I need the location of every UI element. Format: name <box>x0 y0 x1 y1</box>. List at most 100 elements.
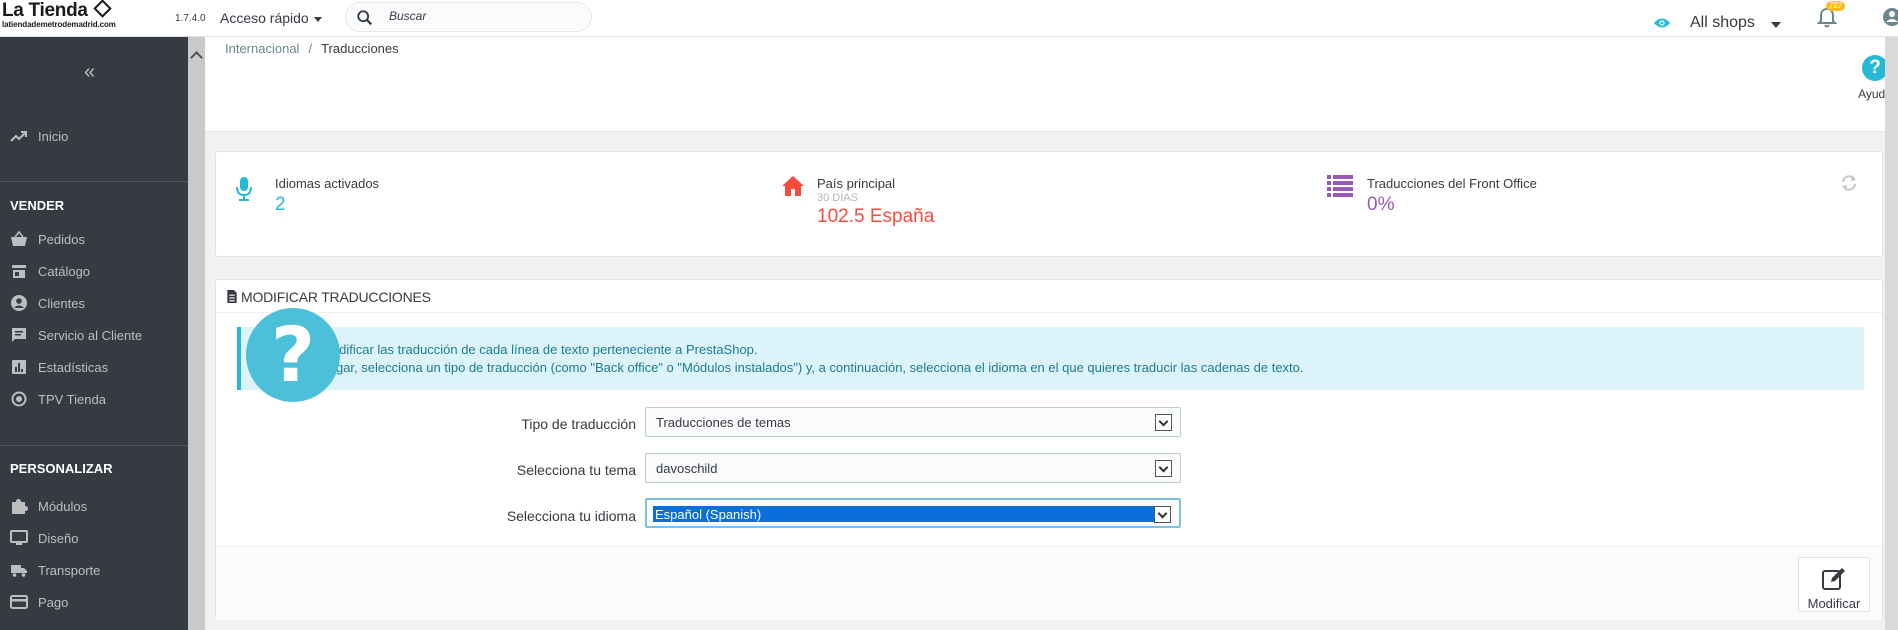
sidebar-item-inicio[interactable]: Inicio <box>0 122 188 150</box>
account-circle-icon <box>11 295 27 311</box>
sidebar-item-label: Pedidos <box>38 231 85 247</box>
chevron-down-icon[interactable] <box>1155 414 1172 431</box>
kpi-value: 102.5 España <box>817 206 935 227</box>
sidebar-item-transporte[interactable]: Transporte <box>0 556 188 584</box>
sidebar-item-label: Servicio al Cliente <box>38 327 143 343</box>
sidebar-item-tpv-tienda[interactable]: TPV Tienda <box>0 385 188 413</box>
notification-badge: 727 <box>1826 1 1846 11</box>
microphone-icon <box>236 177 252 201</box>
sidebar-item-pedidos[interactable]: Pedidos <box>0 225 188 253</box>
kpi-subtitle: 30 DÍAS <box>817 192 858 204</box>
user-avatar-icon[interactable] <box>1880 6 1898 28</box>
top-bar: La Tienda latiendademetrodemadrid.com 1.… <box>0 0 1898 37</box>
language-select[interactable]: Español (Spanish) <box>645 498 1181 528</box>
sidebar-item-label: Pago <box>38 594 69 610</box>
chevron-down-icon[interactable] <box>1154 506 1171 523</box>
sidebar-item-label: Clientes <box>38 295 85 311</box>
quick-access-dropdown[interactable]: Acceso rápido <box>220 10 322 26</box>
sidebar-item-estadisticas[interactable]: Estadísticas <box>0 353 188 381</box>
shopping-basket-icon <box>11 230 27 246</box>
kpi-title: Traducciones del Front Office <box>1367 176 1537 191</box>
sidebar: « Inicio VENDER Pedidos Catálogo Cliente… <box>0 37 188 630</box>
sidebar-item-label: Módulos <box>38 498 88 514</box>
sidebar-item-label: Diseño <box>38 530 79 546</box>
info-alert: uedes modificar las traducción de cada l… <box>237 327 1864 390</box>
sidebar-item-catalogo[interactable]: Catálogo <box>0 257 188 285</box>
chat-icon <box>12 328 26 342</box>
modify-button[interactable]: Modificar <box>1798 557 1870 612</box>
breadcrumb: Internacional / Traducciones <box>225 41 399 56</box>
modify-button-label: Modificar <box>1807 596 1861 611</box>
eye-icon <box>1653 18 1671 28</box>
list-icon <box>1327 175 1353 197</box>
search-box[interactable] <box>345 2 592 32</box>
page-header: Internacional / Traducciones ? Ayuda <box>205 37 1892 132</box>
panel-footer <box>216 546 1882 620</box>
sidebar-item-label: Inicio <box>38 128 69 144</box>
file-text-icon <box>227 290 237 303</box>
bar-chart-icon <box>12 360 26 374</box>
kpi-title: Idiomas activados <box>275 176 380 191</box>
kpi-value: 2 <box>275 194 286 215</box>
kpi-panel: Idiomas activados 2 País principal 30 DÍ… <box>215 151 1883 257</box>
version-label: 1.7.4.0 <box>175 13 206 24</box>
language-label: Selecciona tu idioma <box>506 508 636 524</box>
theme-value: davoschild <box>656 461 718 476</box>
puzzle-icon <box>12 499 28 514</box>
breadcrumb-parent-link[interactable]: Internacional <box>225 41 299 56</box>
radio-button-icon <box>11 391 27 407</box>
quick-access-label: Acceso rápido <box>220 10 309 26</box>
sidebar-item-label: Catálogo <box>38 263 91 279</box>
sidebar-item-modulos[interactable]: Módulos <box>0 492 188 520</box>
caret-down-icon <box>313 16 322 22</box>
breadcrumb-current: Traducciones <box>321 41 399 56</box>
sidebar-item-label: Transporte <box>38 562 101 578</box>
divider <box>0 445 188 446</box>
truck-icon <box>11 565 27 577</box>
modify-translations-panel: MODIFICAR TRADUCCIONES uedes modificar l… <box>215 279 1883 620</box>
theme-select[interactable]: davoschild <box>645 453 1181 483</box>
sidebar-item-pago[interactable]: Pago <box>0 588 188 616</box>
chevron-down-icon[interactable] <box>1155 460 1172 477</box>
panel-title: MODIFICAR TRADUCCIONES <box>241 289 431 305</box>
sidebar-item-label: TPV Tienda <box>38 391 106 407</box>
shop-selector-label: All shops <box>1690 14 1755 31</box>
collapse-sidebar-icon[interactable]: « <box>84 61 95 84</box>
store-icon <box>12 265 26 278</box>
section-heading-personalizar: PERSONALIZAR <box>10 461 113 476</box>
translation-type-label: Tipo de traducción <box>521 416 636 432</box>
panel-heading: MODIFICAR TRADUCCIONES <box>226 289 431 305</box>
trending-up-icon <box>10 131 27 142</box>
search-input[interactable] <box>389 9 579 23</box>
search-icon[interactable] <box>356 9 374 27</box>
home-icon <box>782 176 804 196</box>
sidebar-item-servicio-cliente[interactable]: Servicio al Cliente <box>0 321 188 349</box>
sidebar-scrollbar[interactable] <box>188 37 205 630</box>
kpi-value: 0% <box>1367 194 1395 215</box>
theme-label: Selecciona tu tema <box>516 462 636 478</box>
credit-card-icon <box>10 595 28 609</box>
sidebar-item-diseno[interactable]: Diseño <box>0 524 188 552</box>
refresh-icon[interactable] <box>1840 174 1858 192</box>
translation-type-value: Traducciones de temas <box>656 415 791 430</box>
question-mark-icon: ? <box>246 308 340 402</box>
divider <box>0 181 188 182</box>
caret-down-icon <box>1771 22 1781 28</box>
page-scrollbar[interactable] <box>1885 37 1898 630</box>
logo[interactable]: La Tienda latiendademetrodemadrid.com <box>2 0 116 29</box>
logo-subtitle: latiendademetrodemadrid.com <box>2 20 116 29</box>
scroll-up-icon[interactable] <box>190 51 203 64</box>
section-heading-vender: VENDER <box>10 198 65 213</box>
kpi-title: País principal <box>817 176 896 191</box>
language-value: Español (Spanish) <box>655 507 762 522</box>
alert-text-line-1: uedes modificar las traducción de cada l… <box>282 342 758 357</box>
sidebar-item-label: Estadísticas <box>38 359 109 375</box>
logo-title: La Tienda <box>2 0 88 21</box>
sidebar-item-clientes[interactable]: Clientes <box>0 289 188 317</box>
divider <box>216 312 1882 313</box>
translation-type-select[interactable]: Traducciones de temas <box>645 407 1181 437</box>
edit-icon <box>1822 568 1845 590</box>
alert-text-line-2: n p er lugar, selecciona un tipo de trad… <box>289 360 1304 375</box>
desktop-icon <box>10 530 28 545</box>
breadcrumb-separator: / <box>308 41 313 56</box>
